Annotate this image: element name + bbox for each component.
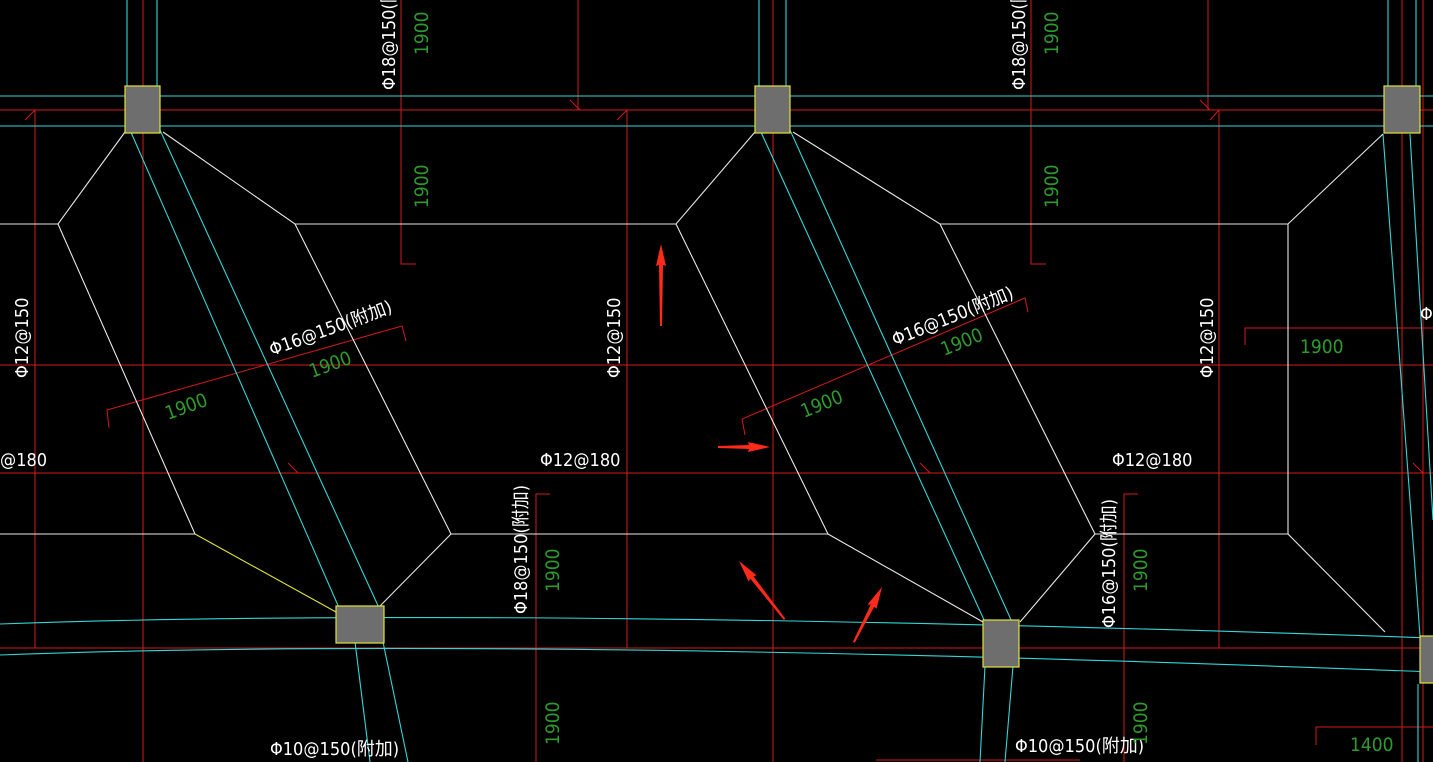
rebar-label: Φ18@150(附: [1009, 0, 1030, 90]
length-label: 1400: [1350, 734, 1394, 756]
length-label: 1900: [1041, 12, 1063, 56]
rebar-label: Φ18@150(附加): [511, 485, 532, 614]
cad-drawing-canvas[interactable]: Φ18@150(附 Φ18@150(附 Φ12@150 Φ12@150 Φ12@…: [0, 0, 1433, 762]
rebar-label: Φ16@150(附加): [1099, 499, 1120, 628]
rebar-label: Φ12@180: [1112, 450, 1192, 471]
red-arrow-upright-icon: [852, 587, 882, 643]
length-label: 1900: [1300, 336, 1344, 358]
rebar-label: @180: [0, 450, 47, 471]
length-label: 1900: [542, 549, 564, 593]
column-2[interactable]: [754, 85, 791, 134]
red-arrow-up-icon: [656, 244, 666, 326]
length-label: 1900: [1041, 165, 1063, 209]
column-4[interactable]: [335, 605, 385, 644]
rebar-label: Φ10@150(附加): [270, 739, 399, 760]
rebar-label: Φ18@150(附: [379, 0, 400, 90]
column-1[interactable]: [124, 85, 161, 134]
column-3[interactable]: [1383, 85, 1421, 134]
rebar-label: Φ12@150: [12, 298, 33, 378]
length-label: 1900: [306, 347, 354, 383]
slab-outlines: [0, 131, 1386, 633]
column-6[interactable]: [1419, 635, 1433, 684]
red-arrow-right-icon: [718, 442, 770, 452]
length-label: 1900: [411, 12, 433, 56]
rebar-labels: Φ18@150(附 Φ18@150(附 Φ12@150 Φ12@150 Φ12@…: [0, 0, 1433, 760]
length-label: 1900: [411, 165, 433, 209]
column-5[interactable]: [982, 619, 1020, 668]
length-label: 1900: [162, 389, 210, 425]
length-label: 1900: [798, 386, 847, 423]
length-label: 1900: [1130, 549, 1152, 593]
rebar-label: Φ12@150: [604, 298, 625, 378]
marker-arrows: [656, 244, 882, 643]
rebar-label: Φ10@150(附加): [1015, 736, 1144, 757]
rebar-label: Φ12@150: [1197, 298, 1218, 378]
rebar-label: Φ16@150(附加): [267, 297, 395, 361]
columns: [124, 85, 1433, 684]
rebar-label: Φ: [1420, 304, 1433, 325]
red-arrow-upleft-icon: [739, 561, 786, 620]
rebar-label: Φ12@180: [540, 450, 620, 471]
length-label: 1900: [1130, 702, 1152, 746]
length-label: 1900: [542, 702, 564, 746]
grid-lines: [0, 0, 1433, 762]
